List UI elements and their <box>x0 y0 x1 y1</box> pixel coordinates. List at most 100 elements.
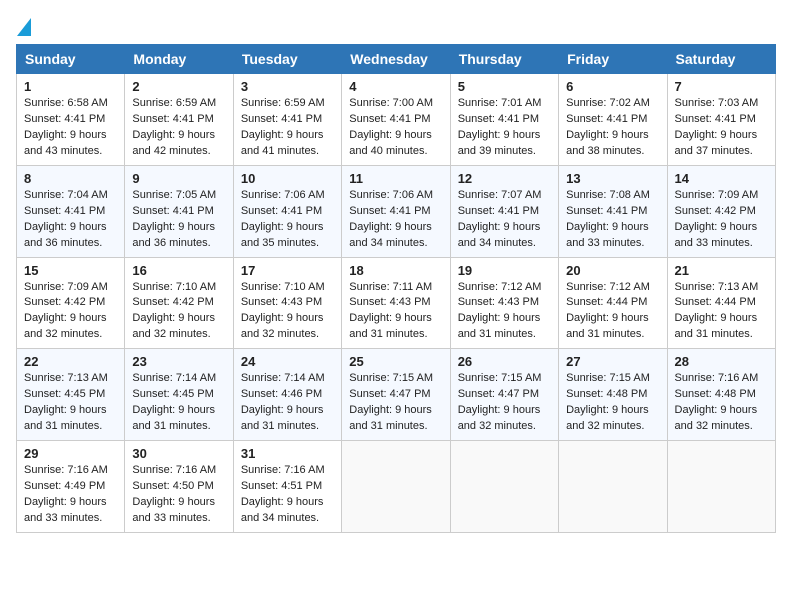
logo <box>16 16 32 36</box>
sunset-label: Sunset: 4:41 PM <box>132 205 213 217</box>
sunset-label: Sunset: 4:47 PM <box>458 388 539 400</box>
daylight-label: Daylight: 9 hours and 33 minutes. <box>24 496 107 524</box>
sunset-label: Sunset: 4:42 PM <box>675 205 756 217</box>
calendar-cell: 7 Sunrise: 7:03 AM Sunset: 4:41 PM Dayli… <box>667 74 775 166</box>
calendar-cell <box>450 441 558 533</box>
day-number: 23 <box>132 354 225 369</box>
daylight-label: Daylight: 9 hours and 33 minutes. <box>675 221 758 249</box>
sunrise-label: Sunrise: 7:13 AM <box>24 372 108 384</box>
calendar-cell: 18 Sunrise: 7:11 AM Sunset: 4:43 PM Dayl… <box>342 257 450 349</box>
sunset-label: Sunset: 4:46 PM <box>241 388 322 400</box>
calendar-cell: 28 Sunrise: 7:16 AM Sunset: 4:48 PM Dayl… <box>667 349 775 441</box>
sunset-label: Sunset: 4:41 PM <box>349 113 430 125</box>
day-number: 22 <box>24 354 117 369</box>
cell-content: Sunrise: 7:14 AM Sunset: 4:45 PM Dayligh… <box>132 371 225 435</box>
col-header-wednesday: Wednesday <box>342 45 450 74</box>
cell-content: Sunrise: 7:15 AM Sunset: 4:48 PM Dayligh… <box>566 371 659 435</box>
sunrise-label: Sunrise: 7:05 AM <box>132 189 216 201</box>
cell-content: Sunrise: 7:02 AM Sunset: 4:41 PM Dayligh… <box>566 96 659 160</box>
sunset-label: Sunset: 4:44 PM <box>566 296 647 308</box>
day-number: 10 <box>241 171 334 186</box>
cell-content: Sunrise: 7:01 AM Sunset: 4:41 PM Dayligh… <box>458 96 551 160</box>
cell-content: Sunrise: 7:15 AM Sunset: 4:47 PM Dayligh… <box>458 371 551 435</box>
daylight-label: Daylight: 9 hours and 33 minutes. <box>566 221 649 249</box>
page-header <box>16 16 776 36</box>
daylight-label: Daylight: 9 hours and 41 minutes. <box>241 129 324 157</box>
sunset-label: Sunset: 4:43 PM <box>349 296 430 308</box>
sunrise-label: Sunrise: 7:10 AM <box>241 281 325 293</box>
sunrise-label: Sunrise: 7:10 AM <box>132 281 216 293</box>
sunset-label: Sunset: 4:48 PM <box>566 388 647 400</box>
cell-content: Sunrise: 7:06 AM Sunset: 4:41 PM Dayligh… <box>349 188 442 252</box>
daylight-label: Daylight: 9 hours and 32 minutes. <box>132 312 215 340</box>
daylight-label: Daylight: 9 hours and 32 minutes. <box>241 312 324 340</box>
daylight-label: Daylight: 9 hours and 31 minutes. <box>458 312 541 340</box>
sunset-label: Sunset: 4:43 PM <box>241 296 322 308</box>
sunrise-label: Sunrise: 7:11 AM <box>349 281 432 293</box>
sunrise-label: Sunrise: 7:09 AM <box>24 281 108 293</box>
cell-content: Sunrise: 7:10 AM Sunset: 4:42 PM Dayligh… <box>132 280 225 344</box>
cell-content: Sunrise: 7:09 AM Sunset: 4:42 PM Dayligh… <box>675 188 768 252</box>
sunset-label: Sunset: 4:41 PM <box>675 113 756 125</box>
calendar-cell: 22 Sunrise: 7:13 AM Sunset: 4:45 PM Dayl… <box>17 349 125 441</box>
sunset-label: Sunset: 4:41 PM <box>458 113 539 125</box>
sunset-label: Sunset: 4:42 PM <box>132 296 213 308</box>
sunset-label: Sunset: 4:41 PM <box>241 205 322 217</box>
calendar-table: SundayMondayTuesdayWednesdayThursdayFrid… <box>16 44 776 533</box>
cell-content: Sunrise: 7:12 AM Sunset: 4:44 PM Dayligh… <box>566 280 659 344</box>
week-row-1: 1 Sunrise: 6:58 AM Sunset: 4:41 PM Dayli… <box>17 74 776 166</box>
sunset-label: Sunset: 4:41 PM <box>566 113 647 125</box>
sunset-label: Sunset: 4:41 PM <box>458 205 539 217</box>
cell-content: Sunrise: 6:59 AM Sunset: 4:41 PM Dayligh… <box>241 96 334 160</box>
sunrise-label: Sunrise: 7:00 AM <box>349 97 433 109</box>
sunrise-label: Sunrise: 7:16 AM <box>675 372 759 384</box>
sunrise-label: Sunrise: 7:14 AM <box>132 372 216 384</box>
day-number: 4 <box>349 79 442 94</box>
calendar-cell <box>667 441 775 533</box>
calendar-cell: 29 Sunrise: 7:16 AM Sunset: 4:49 PM Dayl… <box>17 441 125 533</box>
calendar-cell: 13 Sunrise: 7:08 AM Sunset: 4:41 PM Dayl… <box>559 165 667 257</box>
week-row-3: 15 Sunrise: 7:09 AM Sunset: 4:42 PM Dayl… <box>17 257 776 349</box>
calendar-cell: 6 Sunrise: 7:02 AM Sunset: 4:41 PM Dayli… <box>559 74 667 166</box>
sunset-label: Sunset: 4:41 PM <box>132 113 213 125</box>
calendar-cell: 20 Sunrise: 7:12 AM Sunset: 4:44 PM Dayl… <box>559 257 667 349</box>
sunrise-label: Sunrise: 7:08 AM <box>566 189 650 201</box>
sunset-label: Sunset: 4:44 PM <box>675 296 756 308</box>
sunrise-label: Sunrise: 7:12 AM <box>458 281 542 293</box>
day-number: 1 <box>24 79 117 94</box>
cell-content: Sunrise: 6:58 AM Sunset: 4:41 PM Dayligh… <box>24 96 117 160</box>
sunset-label: Sunset: 4:47 PM <box>349 388 430 400</box>
daylight-label: Daylight: 9 hours and 31 minutes. <box>132 404 215 432</box>
sunrise-label: Sunrise: 7:16 AM <box>132 464 216 476</box>
col-header-saturday: Saturday <box>667 45 775 74</box>
calendar-cell: 17 Sunrise: 7:10 AM Sunset: 4:43 PM Dayl… <box>233 257 341 349</box>
day-number: 2 <box>132 79 225 94</box>
day-number: 27 <box>566 354 659 369</box>
calendar-cell: 27 Sunrise: 7:15 AM Sunset: 4:48 PM Dayl… <box>559 349 667 441</box>
daylight-label: Daylight: 9 hours and 34 minutes. <box>458 221 541 249</box>
sunset-label: Sunset: 4:48 PM <box>675 388 756 400</box>
sunrise-label: Sunrise: 6:59 AM <box>241 97 325 109</box>
day-number: 18 <box>349 263 442 278</box>
daylight-label: Daylight: 9 hours and 36 minutes. <box>24 221 107 249</box>
day-number: 6 <box>566 79 659 94</box>
week-row-4: 22 Sunrise: 7:13 AM Sunset: 4:45 PM Dayl… <box>17 349 776 441</box>
sunrise-label: Sunrise: 7:04 AM <box>24 189 108 201</box>
cell-content: Sunrise: 7:16 AM Sunset: 4:48 PM Dayligh… <box>675 371 768 435</box>
cell-content: Sunrise: 7:15 AM Sunset: 4:47 PM Dayligh… <box>349 371 442 435</box>
day-number: 16 <box>132 263 225 278</box>
day-number: 9 <box>132 171 225 186</box>
daylight-label: Daylight: 9 hours and 38 minutes. <box>566 129 649 157</box>
daylight-label: Daylight: 9 hours and 34 minutes. <box>241 496 324 524</box>
sunrise-label: Sunrise: 7:01 AM <box>458 97 542 109</box>
sunrise-label: Sunrise: 7:03 AM <box>675 97 759 109</box>
sunset-label: Sunset: 4:41 PM <box>566 205 647 217</box>
calendar-cell: 16 Sunrise: 7:10 AM Sunset: 4:42 PM Dayl… <box>125 257 233 349</box>
day-number: 12 <box>458 171 551 186</box>
calendar-cell: 24 Sunrise: 7:14 AM Sunset: 4:46 PM Dayl… <box>233 349 341 441</box>
cell-content: Sunrise: 7:11 AM Sunset: 4:43 PM Dayligh… <box>349 280 442 344</box>
sunrise-label: Sunrise: 7:16 AM <box>24 464 108 476</box>
day-number: 25 <box>349 354 442 369</box>
calendar-cell: 3 Sunrise: 6:59 AM Sunset: 4:41 PM Dayli… <box>233 74 341 166</box>
cell-content: Sunrise: 7:04 AM Sunset: 4:41 PM Dayligh… <box>24 188 117 252</box>
